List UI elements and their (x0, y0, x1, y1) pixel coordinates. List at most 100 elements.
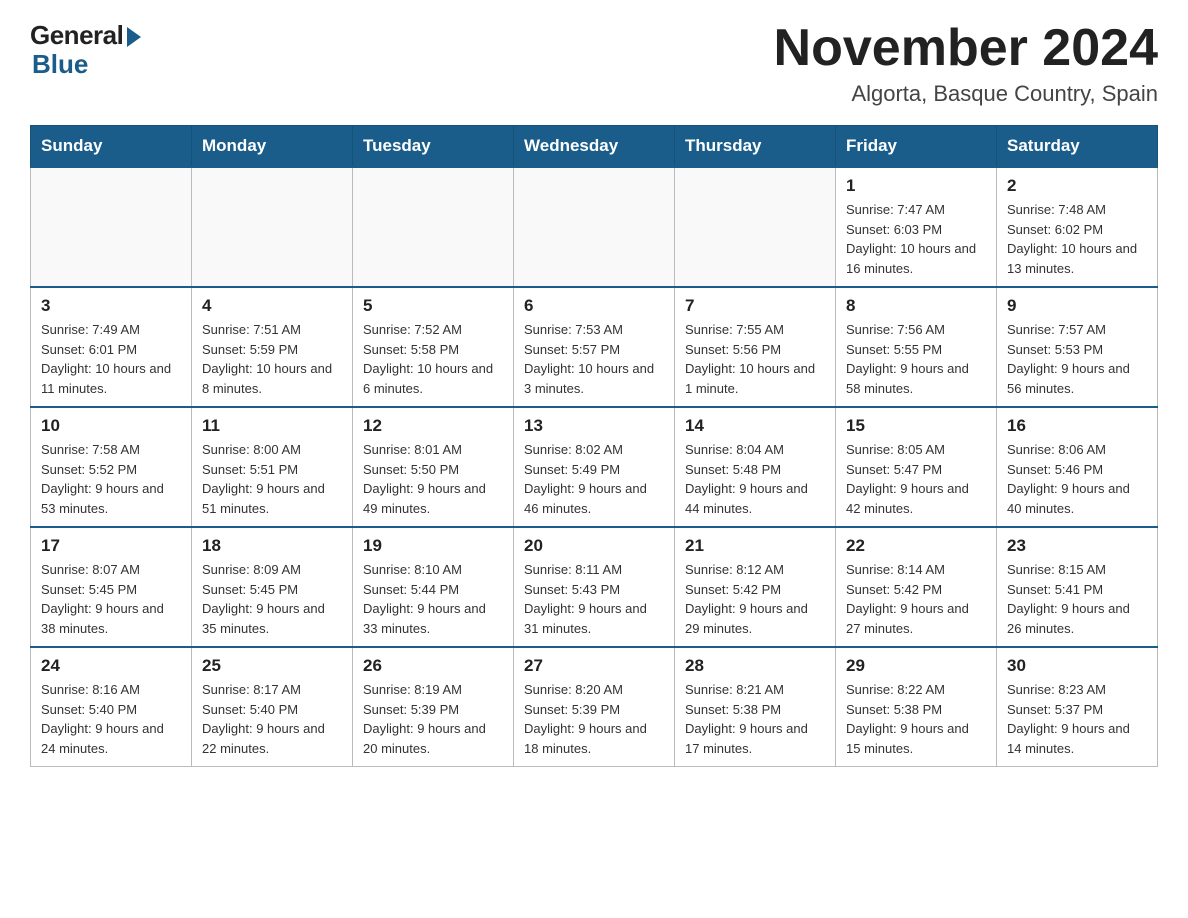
day-number: 9 (1007, 296, 1147, 316)
page-title: November 2024 (774, 20, 1158, 77)
day-info: Sunrise: 8:09 AM Sunset: 5:45 PM Dayligh… (202, 560, 342, 638)
calendar-cell: 2 Sunrise: 7:48 AM Sunset: 6:02 PM Daylig… (997, 167, 1158, 287)
logo: General Blue (30, 20, 141, 80)
day-info: Sunrise: 8:05 AM Sunset: 5:47 PM Dayligh… (846, 440, 986, 518)
calendar-cell: 18 Sunrise: 8:09 AM Sunset: 5:45 PM Dayli… (192, 527, 353, 647)
calendar-cell: 14Sunrise: 8:04 AM Sunset: 5:48 PM Dayli… (675, 407, 836, 527)
day-info: Sunrise: 8:21 AM Sunset: 5:38 PM Dayligh… (685, 680, 825, 758)
calendar-week-row: 17 Sunrise: 8:07 AM Sunset: 5:45 PM Dayli… (31, 527, 1158, 647)
day-number: 13 (524, 416, 664, 436)
day-info: Sunrise: 8:15 AM Sunset: 5:41 PM Dayligh… (1007, 560, 1147, 638)
calendar-cell: 9 Sunrise: 7:57 AM Sunset: 5:53 PM Daylig… (997, 287, 1158, 407)
day-number: 27 (524, 656, 664, 676)
day-number: 2 (1007, 176, 1147, 196)
day-number: 8 (846, 296, 986, 316)
calendar-cell (514, 167, 675, 287)
calendar-cell: 13Sunrise: 8:02 AM Sunset: 5:49 PM Dayli… (514, 407, 675, 527)
day-info: Sunrise: 7:57 AM Sunset: 5:53 PM Dayligh… (1007, 320, 1147, 398)
day-info: Sunrise: 7:47 AM Sunset: 6:03 PM Dayligh… (846, 200, 986, 278)
day-info: Sunrise: 8:19 AM Sunset: 5:39 PM Dayligh… (363, 680, 503, 758)
calendar-cell: 11 Sunrise: 8:00 AM Sunset: 5:51 PM Dayli… (192, 407, 353, 527)
day-info: Sunrise: 8:12 AM Sunset: 5:42 PM Dayligh… (685, 560, 825, 638)
day-info: Sunrise: 7:52 AM Sunset: 5:58 PM Dayligh… (363, 320, 503, 398)
day-info: Sunrise: 8:23 AM Sunset: 5:37 PM Dayligh… (1007, 680, 1147, 758)
day-number: 4 (202, 296, 342, 316)
calendar-cell (192, 167, 353, 287)
weekday-header-sunday: Sunday (31, 126, 192, 168)
day-number: 12 (363, 416, 503, 436)
day-info: Sunrise: 8:07 AM Sunset: 5:45 PM Dayligh… (41, 560, 181, 638)
day-number: 24 (41, 656, 181, 676)
day-number: 26 (363, 656, 503, 676)
day-info: Sunrise: 8:11 AM Sunset: 5:43 PM Dayligh… (524, 560, 664, 638)
calendar-cell: 27 Sunrise: 8:20 AM Sunset: 5:39 PM Dayli… (514, 647, 675, 767)
page-subtitle: Algorta, Basque Country, Spain (774, 81, 1158, 107)
day-number: 17 (41, 536, 181, 556)
calendar-cell: 3 Sunrise: 7:49 AM Sunset: 6:01 PM Daylig… (31, 287, 192, 407)
calendar-cell: 10 Sunrise: 7:58 AM Sunset: 5:52 PM Dayli… (31, 407, 192, 527)
page-header: General Blue November 2024 Algorta, Basq… (30, 20, 1158, 107)
calendar-cell (675, 167, 836, 287)
calendar-cell: 21 Sunrise: 8:12 AM Sunset: 5:42 PM Dayli… (675, 527, 836, 647)
weekday-header-wednesday: Wednesday (514, 126, 675, 168)
calendar-cell: 1Sunrise: 7:47 AM Sunset: 6:03 PM Daylig… (836, 167, 997, 287)
calendar-cell: 23 Sunrise: 8:15 AM Sunset: 5:41 PM Dayli… (997, 527, 1158, 647)
day-number: 11 (202, 416, 342, 436)
calendar-cell (353, 167, 514, 287)
calendar-week-row: 3 Sunrise: 7:49 AM Sunset: 6:01 PM Daylig… (31, 287, 1158, 407)
calendar-week-row: 1Sunrise: 7:47 AM Sunset: 6:03 PM Daylig… (31, 167, 1158, 287)
day-number: 14 (685, 416, 825, 436)
day-number: 18 (202, 536, 342, 556)
day-info: Sunrise: 7:55 AM Sunset: 5:56 PM Dayligh… (685, 320, 825, 398)
calendar-cell: 12 Sunrise: 8:01 AM Sunset: 5:50 PM Dayli… (353, 407, 514, 527)
day-number: 10 (41, 416, 181, 436)
calendar-cell: 20 Sunrise: 8:11 AM Sunset: 5:43 PM Dayli… (514, 527, 675, 647)
weekday-header-thursday: Thursday (675, 126, 836, 168)
day-info: Sunrise: 8:14 AM Sunset: 5:42 PM Dayligh… (846, 560, 986, 638)
day-number: 28 (685, 656, 825, 676)
day-info: Sunrise: 8:01 AM Sunset: 5:50 PM Dayligh… (363, 440, 503, 518)
logo-blue-text: Blue (32, 49, 88, 80)
day-number: 20 (524, 536, 664, 556)
day-number: 21 (685, 536, 825, 556)
day-number: 15 (846, 416, 986, 436)
day-number: 16 (1007, 416, 1147, 436)
calendar-cell: 19Sunrise: 8:10 AM Sunset: 5:44 PM Dayli… (353, 527, 514, 647)
weekday-header-monday: Monday (192, 126, 353, 168)
day-info: Sunrise: 8:17 AM Sunset: 5:40 PM Dayligh… (202, 680, 342, 758)
day-number: 3 (41, 296, 181, 316)
day-info: Sunrise: 7:58 AM Sunset: 5:52 PM Dayligh… (41, 440, 181, 518)
calendar-cell: 15 Sunrise: 8:05 AM Sunset: 5:47 PM Dayli… (836, 407, 997, 527)
day-info: Sunrise: 8:06 AM Sunset: 5:46 PM Dayligh… (1007, 440, 1147, 518)
title-block: November 2024 Algorta, Basque Country, S… (774, 20, 1158, 107)
calendar-cell (31, 167, 192, 287)
calendar-cell: 29Sunrise: 8:22 AM Sunset: 5:38 PM Dayli… (836, 647, 997, 767)
calendar-cell: 24 Sunrise: 8:16 AM Sunset: 5:40 PM Dayli… (31, 647, 192, 767)
day-info: Sunrise: 7:48 AM Sunset: 6:02 PM Dayligh… (1007, 200, 1147, 278)
day-info: Sunrise: 8:16 AM Sunset: 5:40 PM Dayligh… (41, 680, 181, 758)
day-number: 6 (524, 296, 664, 316)
day-info: Sunrise: 8:10 AM Sunset: 5:44 PM Dayligh… (363, 560, 503, 638)
calendar-cell: 30Sunrise: 8:23 AM Sunset: 5:37 PM Dayli… (997, 647, 1158, 767)
calendar-cell: 4Sunrise: 7:51 AM Sunset: 5:59 PM Daylig… (192, 287, 353, 407)
weekday-header-tuesday: Tuesday (353, 126, 514, 168)
calendar-header-row: SundayMondayTuesdayWednesdayThursdayFrid… (31, 126, 1158, 168)
day-number: 7 (685, 296, 825, 316)
weekday-header-friday: Friday (836, 126, 997, 168)
calendar-cell: 5 Sunrise: 7:52 AM Sunset: 5:58 PM Daylig… (353, 287, 514, 407)
day-number: 5 (363, 296, 503, 316)
day-info: Sunrise: 7:49 AM Sunset: 6:01 PM Dayligh… (41, 320, 181, 398)
calendar-cell: 22Sunrise: 8:14 AM Sunset: 5:42 PM Dayli… (836, 527, 997, 647)
day-number: 23 (1007, 536, 1147, 556)
logo-general-text: General (30, 20, 123, 51)
day-info: Sunrise: 8:00 AM Sunset: 5:51 PM Dayligh… (202, 440, 342, 518)
calendar-week-row: 24 Sunrise: 8:16 AM Sunset: 5:40 PM Dayli… (31, 647, 1158, 767)
logo-arrow-icon (127, 27, 141, 47)
day-info: Sunrise: 7:56 AM Sunset: 5:55 PM Dayligh… (846, 320, 986, 398)
day-info: Sunrise: 8:20 AM Sunset: 5:39 PM Dayligh… (524, 680, 664, 758)
weekday-header-saturday: Saturday (997, 126, 1158, 168)
calendar-cell: 17 Sunrise: 8:07 AM Sunset: 5:45 PM Dayli… (31, 527, 192, 647)
calendar-cell: 16 Sunrise: 8:06 AM Sunset: 5:46 PM Dayli… (997, 407, 1158, 527)
calendar-cell: 25Sunrise: 8:17 AM Sunset: 5:40 PM Dayli… (192, 647, 353, 767)
calendar-cell: 26 Sunrise: 8:19 AM Sunset: 5:39 PM Dayli… (353, 647, 514, 767)
